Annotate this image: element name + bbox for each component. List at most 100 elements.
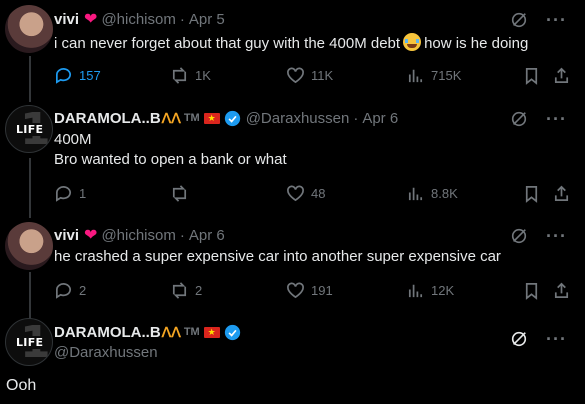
like-count: 191 bbox=[311, 282, 333, 298]
grok-icon[interactable] bbox=[510, 110, 528, 128]
views-icon bbox=[408, 284, 423, 297]
tweet-text-part: i can never forget about that guy with t… bbox=[54, 35, 401, 52]
handle[interactable]: @Daraxhussen bbox=[246, 110, 350, 127]
avatar-label: LIFE bbox=[15, 123, 45, 136]
more-icon[interactable]: ··· bbox=[546, 227, 567, 245]
like-count: 48 bbox=[311, 185, 326, 201]
like-button[interactable]: 11K bbox=[286, 66, 333, 85]
tweet-top-icons: ··· bbox=[510, 11, 567, 29]
more-icon[interactable]: ··· bbox=[546, 110, 567, 128]
like-button[interactable]: 191 bbox=[286, 281, 333, 300]
dot-separator: · bbox=[179, 226, 185, 244]
display-name[interactable]: vivi bbox=[54, 11, 79, 28]
reply-icon bbox=[55, 185, 71, 202]
reply-button[interactable]: 2 bbox=[54, 281, 86, 300]
handle[interactable]: @hichisom bbox=[101, 227, 175, 244]
avatar[interactable]: 1 LIFE bbox=[5, 105, 53, 153]
heart-emoji-icon: ❤ bbox=[84, 11, 98, 28]
handle[interactable]: @Daraxhussen bbox=[54, 344, 158, 361]
tweet-text: he crashed a super expensive car into an… bbox=[54, 248, 501, 265]
like-icon bbox=[287, 67, 304, 83]
repost-icon bbox=[172, 66, 187, 84]
tweet-header: DARAMOLA..B ᐱᐱ TM ★ @Daraxhussen · Apr 6 bbox=[54, 108, 398, 128]
bookmark-icon bbox=[525, 282, 538, 300]
share-button[interactable] bbox=[552, 184, 571, 203]
reply-count: 2 bbox=[79, 282, 87, 298]
grok-icon[interactable] bbox=[510, 330, 528, 348]
display-name[interactable]: vivi bbox=[54, 227, 79, 244]
repost-button[interactable] bbox=[170, 184, 195, 203]
display-name[interactable]: DARAMOLA..B bbox=[54, 324, 161, 341]
share-button[interactable] bbox=[552, 281, 571, 300]
views-button[interactable]: 12K bbox=[406, 281, 454, 300]
tweet-text: 400M Bro wanted to open a bank or what bbox=[54, 130, 287, 170]
reply-button[interactable]: 1 bbox=[54, 184, 86, 203]
repost-count: 1K bbox=[195, 67, 211, 83]
views-count: 12K bbox=[431, 282, 455, 298]
reply-count: 1 bbox=[79, 185, 87, 201]
tweet-top-icons: ··· bbox=[510, 227, 567, 245]
avatar[interactable] bbox=[5, 5, 53, 53]
reply-icon bbox=[55, 67, 71, 84]
author-header: DARAMOLA..B ᐱᐱ TM ★ bbox=[54, 322, 246, 342]
main-tweet-text: Ooh bbox=[6, 377, 37, 394]
more-icon[interactable]: ··· bbox=[546, 330, 567, 348]
views-button[interactable]: 8.8K bbox=[406, 184, 458, 203]
bookmark-button[interactable] bbox=[522, 66, 541, 85]
verified-icon[interactable] bbox=[224, 324, 241, 341]
like-button[interactable]: 48 bbox=[286, 184, 325, 203]
tweet-header: vivi ❤ @hichisom · Apr 5 bbox=[54, 9, 225, 29]
bookmark-button[interactable] bbox=[522, 281, 541, 300]
tweet-text: i can never forget about that guy with t… bbox=[54, 33, 528, 54]
avatar[interactable] bbox=[5, 222, 53, 270]
more-icon[interactable]: ··· bbox=[546, 11, 567, 29]
timestamp[interactable]: Apr 6 bbox=[189, 227, 225, 244]
verified-icon[interactable] bbox=[224, 110, 241, 127]
avatar[interactable]: 1 LIFE bbox=[5, 318, 53, 366]
thread-line bbox=[29, 158, 31, 218]
timestamp[interactable]: Apr 6 bbox=[362, 110, 398, 127]
share-icon bbox=[554, 282, 569, 298]
tweet-text-part: how is he doing bbox=[424, 35, 529, 52]
crying-emoji-icon bbox=[403, 33, 422, 51]
repost-button[interactable]: 2 bbox=[170, 281, 202, 300]
repost-icon bbox=[172, 281, 187, 299]
share-icon bbox=[554, 185, 569, 201]
crown-icon: ᐱᐱ bbox=[161, 109, 181, 126]
display-name[interactable]: DARAMOLA..B bbox=[54, 110, 161, 127]
tweet-top-icons: ··· bbox=[510, 330, 567, 348]
flag-icon: ★ bbox=[203, 326, 220, 338]
handle[interactable]: @hichisom bbox=[101, 11, 175, 28]
tweet-text-line: Bro wanted to open a bank or what bbox=[54, 151, 287, 168]
like-count: 11K bbox=[311, 67, 334, 83]
dot-separator: · bbox=[179, 10, 185, 28]
bookmark-button[interactable] bbox=[522, 184, 541, 203]
dot-separator: · bbox=[353, 109, 359, 127]
tm-label: TM bbox=[183, 326, 200, 338]
reply-button[interactable]: 157 bbox=[54, 66, 101, 85]
repost-button[interactable]: 1K bbox=[170, 66, 211, 85]
tweet-header: vivi ❤ @hichisom · Apr 6 bbox=[54, 225, 225, 245]
views-icon bbox=[408, 69, 423, 82]
crown-icon: ᐱᐱ bbox=[161, 323, 181, 340]
views-button[interactable]: 715K bbox=[406, 66, 461, 85]
grok-icon[interactable] bbox=[510, 227, 528, 245]
heart-emoji-icon: ❤ bbox=[84, 227, 98, 244]
like-icon bbox=[287, 282, 304, 298]
grok-icon[interactable] bbox=[510, 11, 528, 29]
repost-count: 2 bbox=[195, 282, 203, 298]
tm-label: TM bbox=[183, 112, 200, 124]
tweet-text-line: 400M bbox=[54, 131, 92, 148]
like-icon bbox=[287, 185, 304, 201]
views-count: 8.8K bbox=[431, 185, 458, 201]
thread-line bbox=[29, 56, 31, 102]
timestamp[interactable]: Apr 5 bbox=[189, 11, 225, 28]
share-button[interactable] bbox=[552, 66, 571, 85]
action-bar: 1 48 8.8K bbox=[54, 183, 574, 203]
action-bar: 157 1K 11K 715K bbox=[54, 65, 574, 85]
bookmark-icon bbox=[525, 185, 538, 203]
views-icon bbox=[408, 187, 423, 200]
reply-icon bbox=[55, 282, 71, 299]
repost-icon bbox=[172, 184, 187, 202]
reply-count: 157 bbox=[79, 67, 101, 83]
